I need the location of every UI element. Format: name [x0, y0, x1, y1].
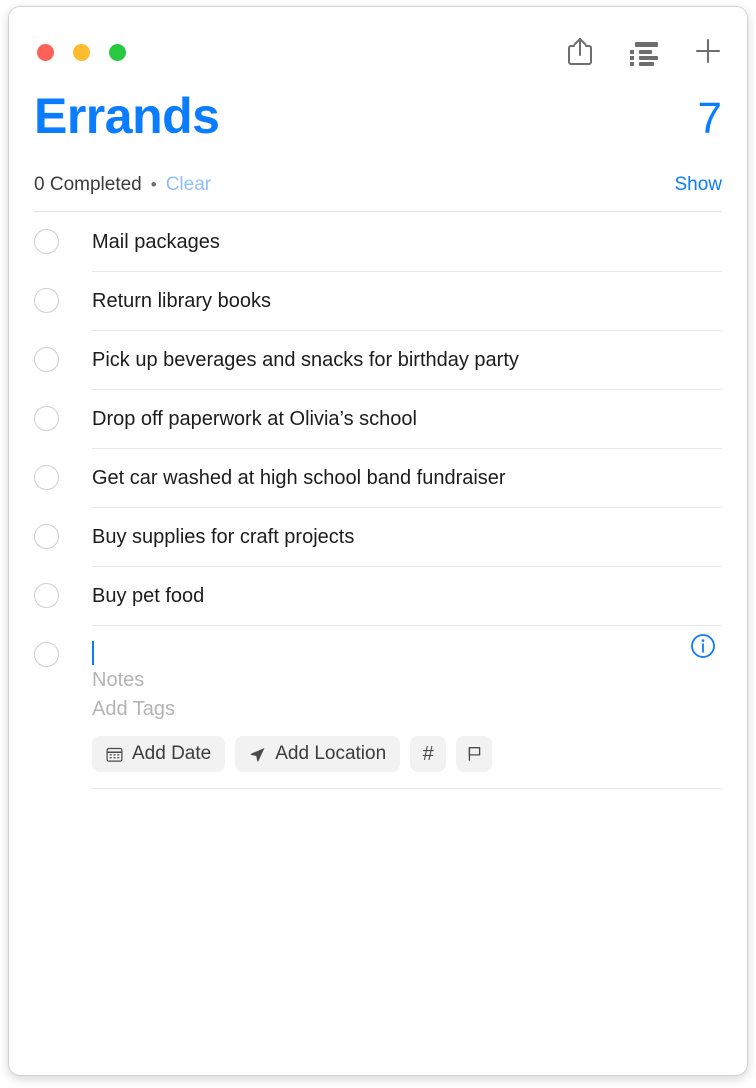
- reminder-body: Drop off paperwork at Olivia’s school: [92, 389, 722, 448]
- new-reminder-row[interactable]: Notes Add Tags Add Date Add Location #: [34, 625, 722, 788]
- calendar-icon: [106, 746, 123, 763]
- notes-input[interactable]: Notes: [92, 666, 722, 695]
- reminder-row[interactable]: Get car washed at high school band fundr…: [34, 448, 722, 507]
- reminder-check-cell: [34, 625, 92, 667]
- reminder-title[interactable]: Pick up beverages and snacks for birthda…: [92, 347, 519, 373]
- reminder-check-cell: [34, 271, 92, 313]
- reminders-list: Mail packages Return library books Pick …: [9, 212, 747, 789]
- reminder-checkbox[interactable]: [34, 583, 59, 608]
- reminder-check-cell: [34, 507, 92, 549]
- reminder-body: Get car washed at high school band fundr…: [92, 448, 722, 507]
- view-options-button[interactable]: [627, 35, 661, 69]
- screenshot-root: Errands 7 0 Completed • Clear Show Mail …: [0, 0, 756, 1088]
- new-reminder-bottom-divider: [92, 788, 722, 789]
- add-location-label: Add Location: [275, 743, 387, 764]
- list-view-icon: [630, 41, 658, 66]
- reminder-title[interactable]: Return library books: [92, 288, 271, 314]
- reminder-check-cell: [34, 389, 92, 431]
- completed-count-label: 0 Completed: [34, 174, 142, 195]
- reminder-check-cell: [34, 330, 92, 372]
- maximize-window-button[interactable]: [109, 44, 126, 61]
- reminders-window: Errands 7 0 Completed • Clear Show Mail …: [8, 6, 748, 1076]
- new-reminder-title-input[interactable]: [92, 640, 722, 666]
- reminder-row[interactable]: Buy supplies for craft projects: [34, 507, 722, 566]
- clear-completed-button[interactable]: Clear: [166, 174, 211, 196]
- reminder-row[interactable]: Drop off paperwork at Olivia’s school: [34, 389, 722, 448]
- close-window-button[interactable]: [37, 44, 54, 61]
- reminder-body: Mail packages: [92, 212, 722, 271]
- page-title: Errands: [34, 88, 220, 144]
- reminder-row[interactable]: Return library books: [34, 271, 722, 330]
- reminder-checkbox[interactable]: [34, 347, 59, 372]
- reminder-title[interactable]: Buy pet food: [92, 583, 204, 609]
- share-icon: [567, 36, 593, 69]
- reminder-checkbox[interactable]: [34, 465, 59, 490]
- completed-summary: 0 Completed • Clear: [34, 174, 211, 196]
- reminder-row[interactable]: Pick up beverages and snacks for birthda…: [34, 330, 722, 389]
- new-reminder-checkbox[interactable]: [34, 642, 59, 667]
- reminder-checkbox[interactable]: [34, 406, 59, 431]
- reminder-checkbox[interactable]: [34, 229, 59, 254]
- reminder-checkbox[interactable]: [34, 288, 59, 313]
- flag-button[interactable]: [456, 736, 493, 772]
- reminder-body: Buy supplies for craft projects: [92, 507, 722, 566]
- reminder-count-badge: 7: [697, 94, 722, 143]
- reminder-checkbox[interactable]: [34, 524, 59, 549]
- toolbar-actions: [563, 35, 725, 69]
- new-reminder-body: Notes Add Tags Add Date Add Location #: [92, 625, 722, 788]
- location-arrow-icon: [249, 746, 266, 763]
- reminder-body: Return library books: [92, 271, 722, 330]
- list-meta-row: 0 Completed • Clear Show: [34, 163, 722, 211]
- hash-icon: #: [422, 743, 434, 765]
- show-completed-button[interactable]: Show: [674, 174, 722, 196]
- list-header-row: Errands 7: [34, 91, 722, 163]
- reminder-info-button[interactable]: [690, 633, 716, 659]
- reminder-row[interactable]: Buy pet food: [34, 566, 722, 625]
- flag-icon: [466, 745, 483, 763]
- reminder-title[interactable]: Get car washed at high school band fundr…: [92, 465, 506, 491]
- quick-actions-row: Add Date Add Location #: [92, 736, 722, 772]
- window-titlebar: [9, 7, 747, 91]
- reminder-check-cell: [34, 448, 92, 490]
- reminder-title[interactable]: Buy supplies for craft projects: [92, 524, 354, 550]
- text-caret: [92, 641, 94, 665]
- reminder-check-cell: [34, 212, 92, 254]
- add-date-label: Add Date: [132, 743, 212, 764]
- traffic-lights: [37, 44, 126, 61]
- reminder-row[interactable]: Mail packages: [34, 212, 722, 271]
- add-tag-button[interactable]: #: [410, 736, 447, 772]
- meta-separator-dot: •: [150, 175, 157, 194]
- plus-icon: [693, 36, 723, 69]
- list-header: Errands 7 0 Completed • Clear Show: [9, 91, 747, 211]
- share-button[interactable]: [563, 35, 597, 69]
- reminder-body: Buy pet food: [92, 566, 722, 625]
- new-reminder-editor: Notes Add Tags Add Date Add Location #: [92, 626, 722, 788]
- add-location-button[interactable]: Add Location: [235, 736, 401, 772]
- reminder-check-cell: [34, 566, 92, 608]
- reminder-body: Pick up beverages and snacks for birthda…: [92, 330, 722, 389]
- add-tags-input[interactable]: Add Tags: [92, 695, 722, 724]
- info-circle-icon: [690, 634, 716, 663]
- add-date-button[interactable]: Add Date: [92, 736, 226, 772]
- minimize-window-button[interactable]: [73, 44, 90, 61]
- add-reminder-button[interactable]: [691, 35, 725, 69]
- reminder-title[interactable]: Drop off paperwork at Olivia’s school: [92, 406, 417, 432]
- reminder-title[interactable]: Mail packages: [92, 229, 220, 255]
